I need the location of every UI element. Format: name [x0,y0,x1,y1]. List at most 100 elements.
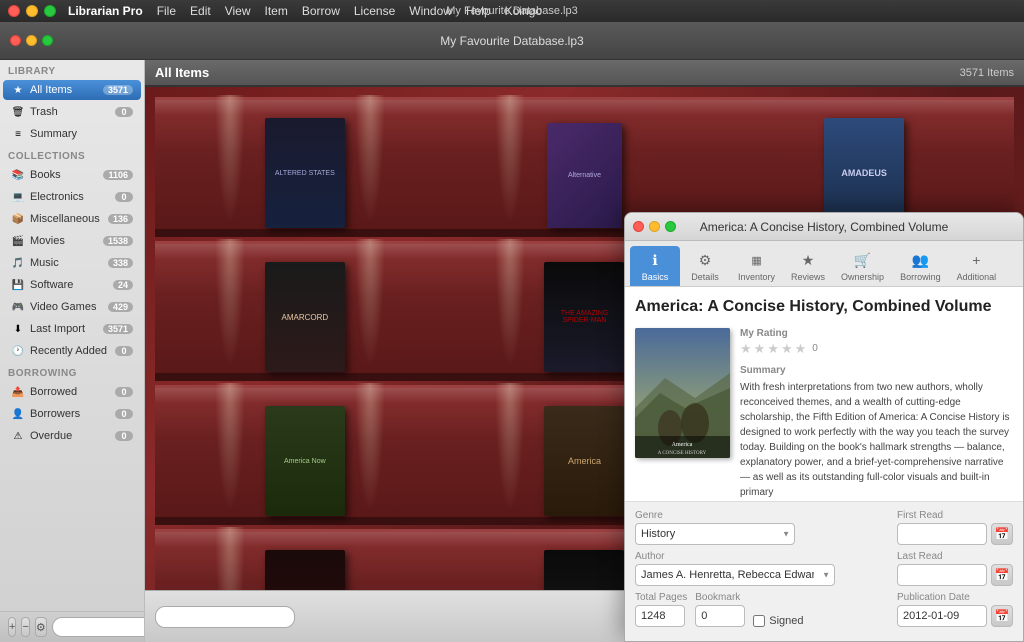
tab-reviews-label: Reviews [791,272,825,282]
book-cover-america-now[interactable]: America Now [265,406,345,516]
total-pages-input[interactable] [635,605,685,627]
book-cover-alternative[interactable]: Alternative [547,123,622,228]
book-slot-4[interactable]: AMARCORD [170,252,440,372]
total-pages-label: Total Pages [635,592,687,603]
signed-field: Signed [753,603,803,627]
tab-inventory[interactable]: ▦ Inventory [730,246,783,286]
sidebar-delete-button[interactable]: − [21,617,29,637]
book-cover-american-gangster[interactable]: AMERICANGANGSTER [544,550,624,590]
book-slot-7[interactable]: America Now [170,396,440,516]
sidebar-item-books[interactable]: 📚 Books 1106 [3,165,141,185]
sidebar-item-trash[interactable]: 🗑 Trash 0 [3,102,141,122]
detail-tabs: ℹ Basics ⚙ Details ▦ Inventory ★ Reviews… [625,241,1023,287]
signed-row: Signed [753,615,803,627]
first-read-field: First Read 📅 [897,510,1013,545]
sidebar-search-input[interactable] [52,617,145,637]
close-button[interactable] [8,5,20,17]
sidebar-item-summary[interactable]: ≡ Summary [3,124,141,144]
publication-date-input[interactable] [897,605,987,627]
app-minimize-button[interactable] [26,35,37,46]
sidebar-item-video-games[interactable]: 🎮 Video Games 429 [3,297,141,317]
sidebar-item-software[interactable]: 💾 Software 24 [3,275,141,295]
genre-select[interactable]: History [635,523,795,545]
sidebar-item-borrowers[interactable]: 👤 Borrowers 0 [3,404,141,424]
first-read-input[interactable] [897,523,987,545]
tab-inventory-label: Inventory [738,272,775,282]
book-cover-america[interactable]: America [544,406,624,516]
last-read-group: 📅 [897,564,1013,586]
menu-license[interactable]: License [348,4,401,18]
minimize-button[interactable] [26,5,38,17]
tab-additional[interactable]: + Additional [949,246,1005,286]
sidebar-label-books: Books [30,169,98,181]
stars-container[interactable]: ★ ★ ★ ★ ★ 0 [740,341,1013,357]
signed-checkbox[interactable] [753,615,765,627]
basics-icon: ℹ [645,250,665,270]
book-cover-spider-man[interactable]: THE AMAZINGSPIDER-MAN [544,262,624,372]
detail-titlebar-controls [633,221,676,232]
star-5[interactable]: ★ [795,341,807,357]
star-2[interactable]: ★ [754,341,766,357]
sidebar-badge-recently-added: 0 [115,346,133,356]
menu-view[interactable]: View [219,4,257,18]
sidebar-item-music[interactable]: 🎵 Music 338 [3,253,141,273]
tab-basics[interactable]: ℹ Basics [630,246,680,286]
menu-file[interactable]: File [151,4,182,18]
book-slot-3[interactable]: AMADEUS [729,108,999,228]
app-container: My Favourite Database.lp3 LIBRARY ★ All … [0,22,1024,642]
book-cover-american-beauty[interactable]: AMERICANBEAUTY [265,550,345,590]
sidebar-badge-movies: 1538 [103,236,133,246]
genre-field: Genre History ▼ [635,510,795,545]
detail-panel: America: A Concise History, Combined Vol… [624,212,1024,642]
books-icon: 📚 [11,168,25,182]
menu-edit[interactable]: Edit [184,4,217,18]
app-maximize-button[interactable] [42,35,53,46]
last-import-icon: ⬇ [11,322,25,336]
author-select[interactable]: James A. Henretta, Rebecca Edwards, Robe… [635,564,835,586]
last-read-calendar-icon[interactable]: 📅 [991,564,1013,586]
summary-icon: ≡ [11,127,25,141]
total-pages-field: Total Pages [635,592,687,627]
sidebar-item-miscellaneous[interactable]: 📦 Miscellaneous 136 [3,209,141,229]
sidebar-item-last-import[interactable]: ⬇ Last Import 3571 [3,319,141,339]
borrowed-icon: 📤 [11,385,25,399]
tab-borrowing[interactable]: 👥 Borrowing [892,246,949,286]
menu-app-name[interactable]: Librarian Pro [62,4,149,18]
tab-reviews[interactable]: ★ Reviews [783,246,833,286]
sidebar-item-movies[interactable]: 🎬 Movies 1538 [3,231,141,251]
book-slot-2[interactable]: Alternative [450,108,720,228]
book-slot-10[interactable]: AMERICANBEAUTY [170,540,440,590]
sidebar-item-overdue[interactable]: ⚠ Overdue 0 [3,426,141,446]
detail-maximize-button[interactable] [665,221,676,232]
sidebar-add-button[interactable]: + [8,617,16,637]
star-3[interactable]: ★ [767,341,779,357]
sidebar-label-last-import: Last Import [30,323,98,335]
book-cover-altered-states[interactable]: ALTERED STATES [265,118,345,228]
detail-minimize-button[interactable] [649,221,660,232]
author-label: Author [635,551,835,562]
sidebar-item-recently-added[interactable]: 🕐 Recently Added 0 [3,341,141,361]
menu-borrow[interactable]: Borrow [296,4,346,18]
signed-label: Signed [769,615,803,627]
maximize-button[interactable] [44,5,56,17]
sidebar-item-electronics[interactable]: 💻 Electronics 0 [3,187,141,207]
detail-close-button[interactable] [633,221,644,232]
sidebar-bottom-bar: + − ⚙ [0,611,144,642]
toolbar-search-input[interactable] [155,606,295,628]
sidebar-badge-trash: 0 [115,107,133,117]
app-close-button[interactable] [10,35,21,46]
book-cover-amarcord[interactable]: AMARCORD [265,262,345,372]
menu-item[interactable]: Item [259,4,294,18]
bookmark-input[interactable] [695,605,745,627]
first-read-calendar-icon[interactable]: 📅 [991,523,1013,545]
book-slot-1[interactable]: ALTERED STATES [170,108,440,228]
tab-ownership[interactable]: 🛒 Ownership [833,246,892,286]
publication-date-calendar-icon[interactable]: 📅 [991,605,1013,627]
sidebar-item-borrowed[interactable]: 📤 Borrowed 0 [3,382,141,402]
last-read-input[interactable] [897,564,987,586]
sidebar-settings-button[interactable]: ⚙ [35,617,47,637]
star-1[interactable]: ★ [740,341,752,357]
star-4[interactable]: ★ [781,341,793,357]
tab-details[interactable]: ⚙ Details [680,246,730,286]
sidebar-item-all-items[interactable]: ★ All Items 3571 [3,80,141,100]
